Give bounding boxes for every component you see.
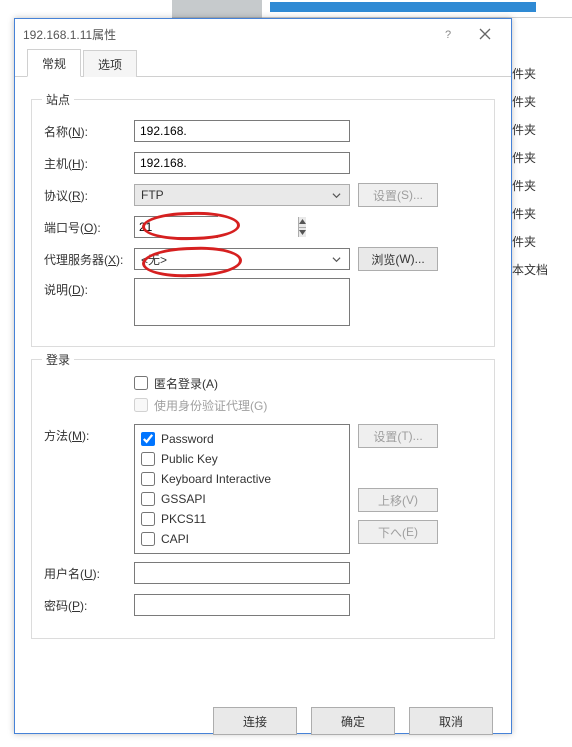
method-pkcs11[interactable]: PKCS11 <box>141 509 343 529</box>
group-login: 登录 匿名登录(A) 使用身份验证代理(G) 方法(M): Password <box>31 359 495 639</box>
svg-text:?: ? <box>445 29 451 40</box>
close-button[interactable] <box>467 21 503 47</box>
port-input[interactable] <box>135 217 298 237</box>
proxy-browse-button[interactable]: 浏览(W)... <box>358 247 438 271</box>
port-up-button[interactable] <box>299 217 306 227</box>
group-site-title: 站点 <box>42 91 74 108</box>
label-description: 说明(D): <box>44 278 134 298</box>
port-down-button[interactable] <box>299 227 306 238</box>
port-spinner[interactable] <box>134 216 218 238</box>
method-keyboard-interactive[interactable]: Keyboard Interactive <box>141 469 343 489</box>
label-password: 密码(P): <box>44 597 134 614</box>
label-username: 用户名(U): <box>44 565 134 582</box>
dialog-button-bar: 连接 确定 取消 <box>15 695 511 747</box>
label-protocol: 协议(R): <box>44 187 134 204</box>
cancel-button[interactable]: 取消 <box>409 707 493 735</box>
label-port: 端口号(O): <box>44 219 134 236</box>
username-input[interactable] <box>134 562 350 584</box>
ok-button[interactable]: 确定 <box>311 707 395 735</box>
name-input[interactable] <box>134 120 350 142</box>
background-file-list: 件夹 件夹 件夹 件夹 件夹 件夹 件夹 本文档 <box>512 60 572 300</box>
method-gssapi[interactable]: GSSAPI <box>141 489 343 509</box>
move-down-button: 下へ(E) <box>358 520 438 544</box>
host-input[interactable] <box>134 152 350 174</box>
tab-options[interactable]: 选项 <box>83 50 137 77</box>
description-textarea[interactable] <box>134 278 350 326</box>
move-up-button: 上移(V) <box>358 488 438 512</box>
password-input[interactable] <box>134 594 350 616</box>
chevron-down-icon <box>329 191 343 200</box>
help-button[interactable]: ? <box>431 21 467 47</box>
dialog-title: 192.168.1.11属性 <box>23 26 431 43</box>
group-site: 站点 名称(N): 主机(H): 协议(R): <box>31 99 495 347</box>
titlebar[interactable]: 192.168.1.11属性 ? <box>15 19 511 49</box>
auth-proxy-checkbox: 使用身份验证代理(G) <box>134 394 482 416</box>
anon-login-checkbox[interactable]: 匿名登录(A) <box>134 372 482 394</box>
protocol-settings-button: 设置(S)... <box>358 183 438 207</box>
method-list[interactable]: Password Public Key Keyboard Interactive… <box>134 424 350 554</box>
label-proxy: 代理服务器(X): <box>44 251 134 268</box>
method-publickey[interactable]: Public Key <box>141 449 343 469</box>
method-password[interactable]: Password <box>141 429 343 449</box>
tab-general[interactable]: 常规 <box>27 49 81 77</box>
proxy-combo[interactable]: <无> <box>134 248 350 270</box>
label-name: 名称(N): <box>44 123 134 140</box>
method-capi[interactable]: CAPI <box>141 529 343 549</box>
connect-button[interactable]: 连接 <box>213 707 297 735</box>
label-method: 方法(M): <box>44 424 134 444</box>
group-login-title: 登录 <box>42 351 74 368</box>
method-settings-button: 设置(T)... <box>358 424 438 448</box>
tab-bar: 常规 选项 <box>15 49 511 77</box>
chevron-down-icon <box>329 255 343 264</box>
label-host: 主机(H): <box>44 155 134 172</box>
properties-dialog: 192.168.1.11属性 ? 常规 选项 站点 名称(N): <box>14 18 512 734</box>
protocol-select[interactable]: FTP <box>134 184 350 206</box>
